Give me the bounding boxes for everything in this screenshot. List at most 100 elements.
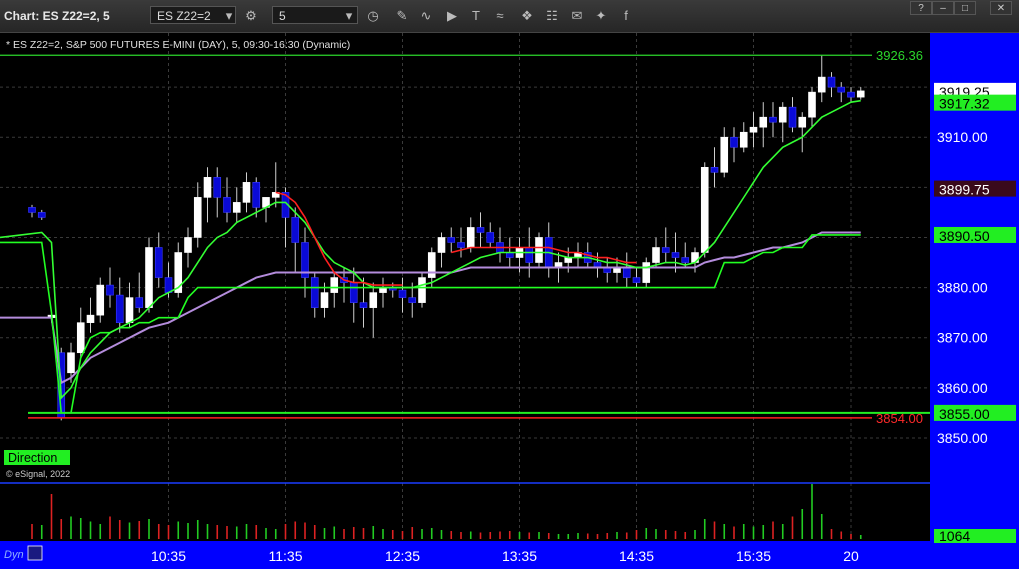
candle-body (798, 116, 807, 128)
candle-body (310, 277, 319, 308)
candle-body (359, 302, 368, 308)
candle-body (808, 91, 816, 118)
candle-body (457, 242, 465, 248)
low-line-label: 3854.00 (876, 411, 923, 426)
tools-icon[interactable]: ☷ (543, 7, 561, 25)
candle-body (749, 126, 758, 133)
candle-body (96, 284, 105, 316)
time-tick-label: 15:35 (736, 548, 771, 564)
candle-body (769, 116, 777, 123)
candle-body (125, 297, 134, 323)
price-tick-label: 3910.00 (937, 129, 988, 145)
candle-body (847, 91, 855, 98)
help-button[interactable]: ? (910, 1, 932, 15)
price-tick-label: 3880.00 (937, 280, 988, 296)
price-tick-label: 3870.00 (937, 330, 988, 346)
window-title: Chart: ES Z22=2, 5 (4, 9, 110, 23)
candle-body (856, 90, 865, 98)
candle-body (398, 289, 407, 298)
candle-body (827, 76, 836, 88)
candle-body (213, 177, 222, 198)
candle-body (369, 292, 378, 308)
candle-body (232, 202, 241, 213)
gear-icon[interactable]: ⚙ (242, 7, 260, 25)
interval-dropdown-icon[interactable]: ▾ (340, 7, 358, 25)
candle-body (223, 197, 231, 213)
candle-body (700, 167, 709, 253)
palette-icon[interactable]: ❖ (518, 7, 536, 25)
candle-body (242, 182, 251, 203)
candle-body (291, 217, 300, 243)
candle-body (681, 257, 690, 263)
time-tick-label: 11:35 (269, 548, 303, 564)
candle-body (671, 252, 680, 258)
candle-body (710, 167, 719, 173)
candle-body (164, 277, 173, 293)
candle-body (632, 277, 641, 283)
high-line-label: 3926.36 (876, 48, 923, 63)
candle-body (427, 252, 436, 278)
candle-body (86, 314, 95, 323)
chart-info-text: * ES Z22=2, S&P 500 FUTURES E-MINI (DAY)… (6, 39, 350, 51)
candle-body (447, 237, 456, 243)
price-marker-label: 3917.32 (939, 96, 990, 112)
candle-body (203, 177, 212, 198)
candle-body (759, 116, 768, 128)
candle-body (106, 284, 114, 296)
time-tick-label: 10:35 (151, 548, 186, 564)
chart-area[interactable]: 3910.003900.003890.003880.003870.003860.… (0, 33, 1019, 569)
direction-label: Direction (8, 451, 57, 465)
time-tick-label: 20 (843, 548, 859, 564)
candle-body (320, 292, 329, 308)
lock-icon[interactable] (27, 545, 43, 561)
candle-body (437, 237, 446, 253)
candle-body (184, 237, 192, 253)
candle-body (730, 136, 738, 148)
candle-body (145, 247, 153, 308)
candle-body (778, 106, 787, 123)
price-marker-label: 3890.50 (939, 228, 990, 244)
candle-body (466, 227, 475, 248)
time-axis[interactable] (0, 541, 930, 569)
play-icon[interactable]: ▶ (443, 7, 461, 25)
candle-body (476, 227, 485, 233)
candle-body (115, 294, 124, 323)
candle-body (252, 182, 261, 208)
candle-body (739, 131, 748, 148)
symbol-dropdown-icon[interactable]: ▾ (220, 7, 238, 25)
volume-marker-label: 1064 (939, 528, 970, 544)
time-tick-label: 12:35 (385, 548, 420, 564)
candle-body (28, 207, 36, 213)
pencil-icon[interactable]: ✎ (393, 7, 411, 25)
candle-body (622, 267, 631, 278)
twitter-icon[interactable]: ✦ (592, 7, 610, 25)
candle-body (720, 136, 729, 173)
price-axis[interactable] (930, 33, 1019, 569)
candle-body (349, 282, 358, 303)
facebook-icon[interactable]: f (617, 7, 635, 25)
candle-body (67, 352, 75, 374)
candle-body (418, 277, 426, 303)
comment-icon[interactable]: ✉ (568, 7, 586, 25)
candle-body (788, 106, 797, 128)
text-icon[interactable]: T (467, 7, 485, 25)
dyn-label: Dyn (4, 549, 24, 561)
candle-body (535, 237, 543, 263)
price-tick-label: 3860.00 (937, 380, 988, 396)
minimize-button[interactable]: – (932, 1, 954, 15)
candle-body (642, 262, 651, 283)
candle-body (661, 247, 670, 253)
clock-icon[interactable]: ◷ (364, 7, 382, 25)
candle-body (135, 297, 144, 308)
candle-body (37, 212, 46, 218)
candle-body (525, 247, 534, 263)
time-tick-label: 14:35 (619, 548, 654, 564)
fibonacci-icon[interactable]: ≈ (491, 7, 509, 25)
candle-body (408, 297, 417, 303)
price-marker-label: 3855.00 (939, 406, 990, 422)
line-study-icon[interactable]: ∿ (417, 7, 435, 25)
close-button[interactable]: ✕ (990, 1, 1012, 15)
candle-body (837, 86, 846, 93)
maximize-button[interactable]: □ (954, 1, 976, 15)
candle-body (817, 76, 826, 93)
